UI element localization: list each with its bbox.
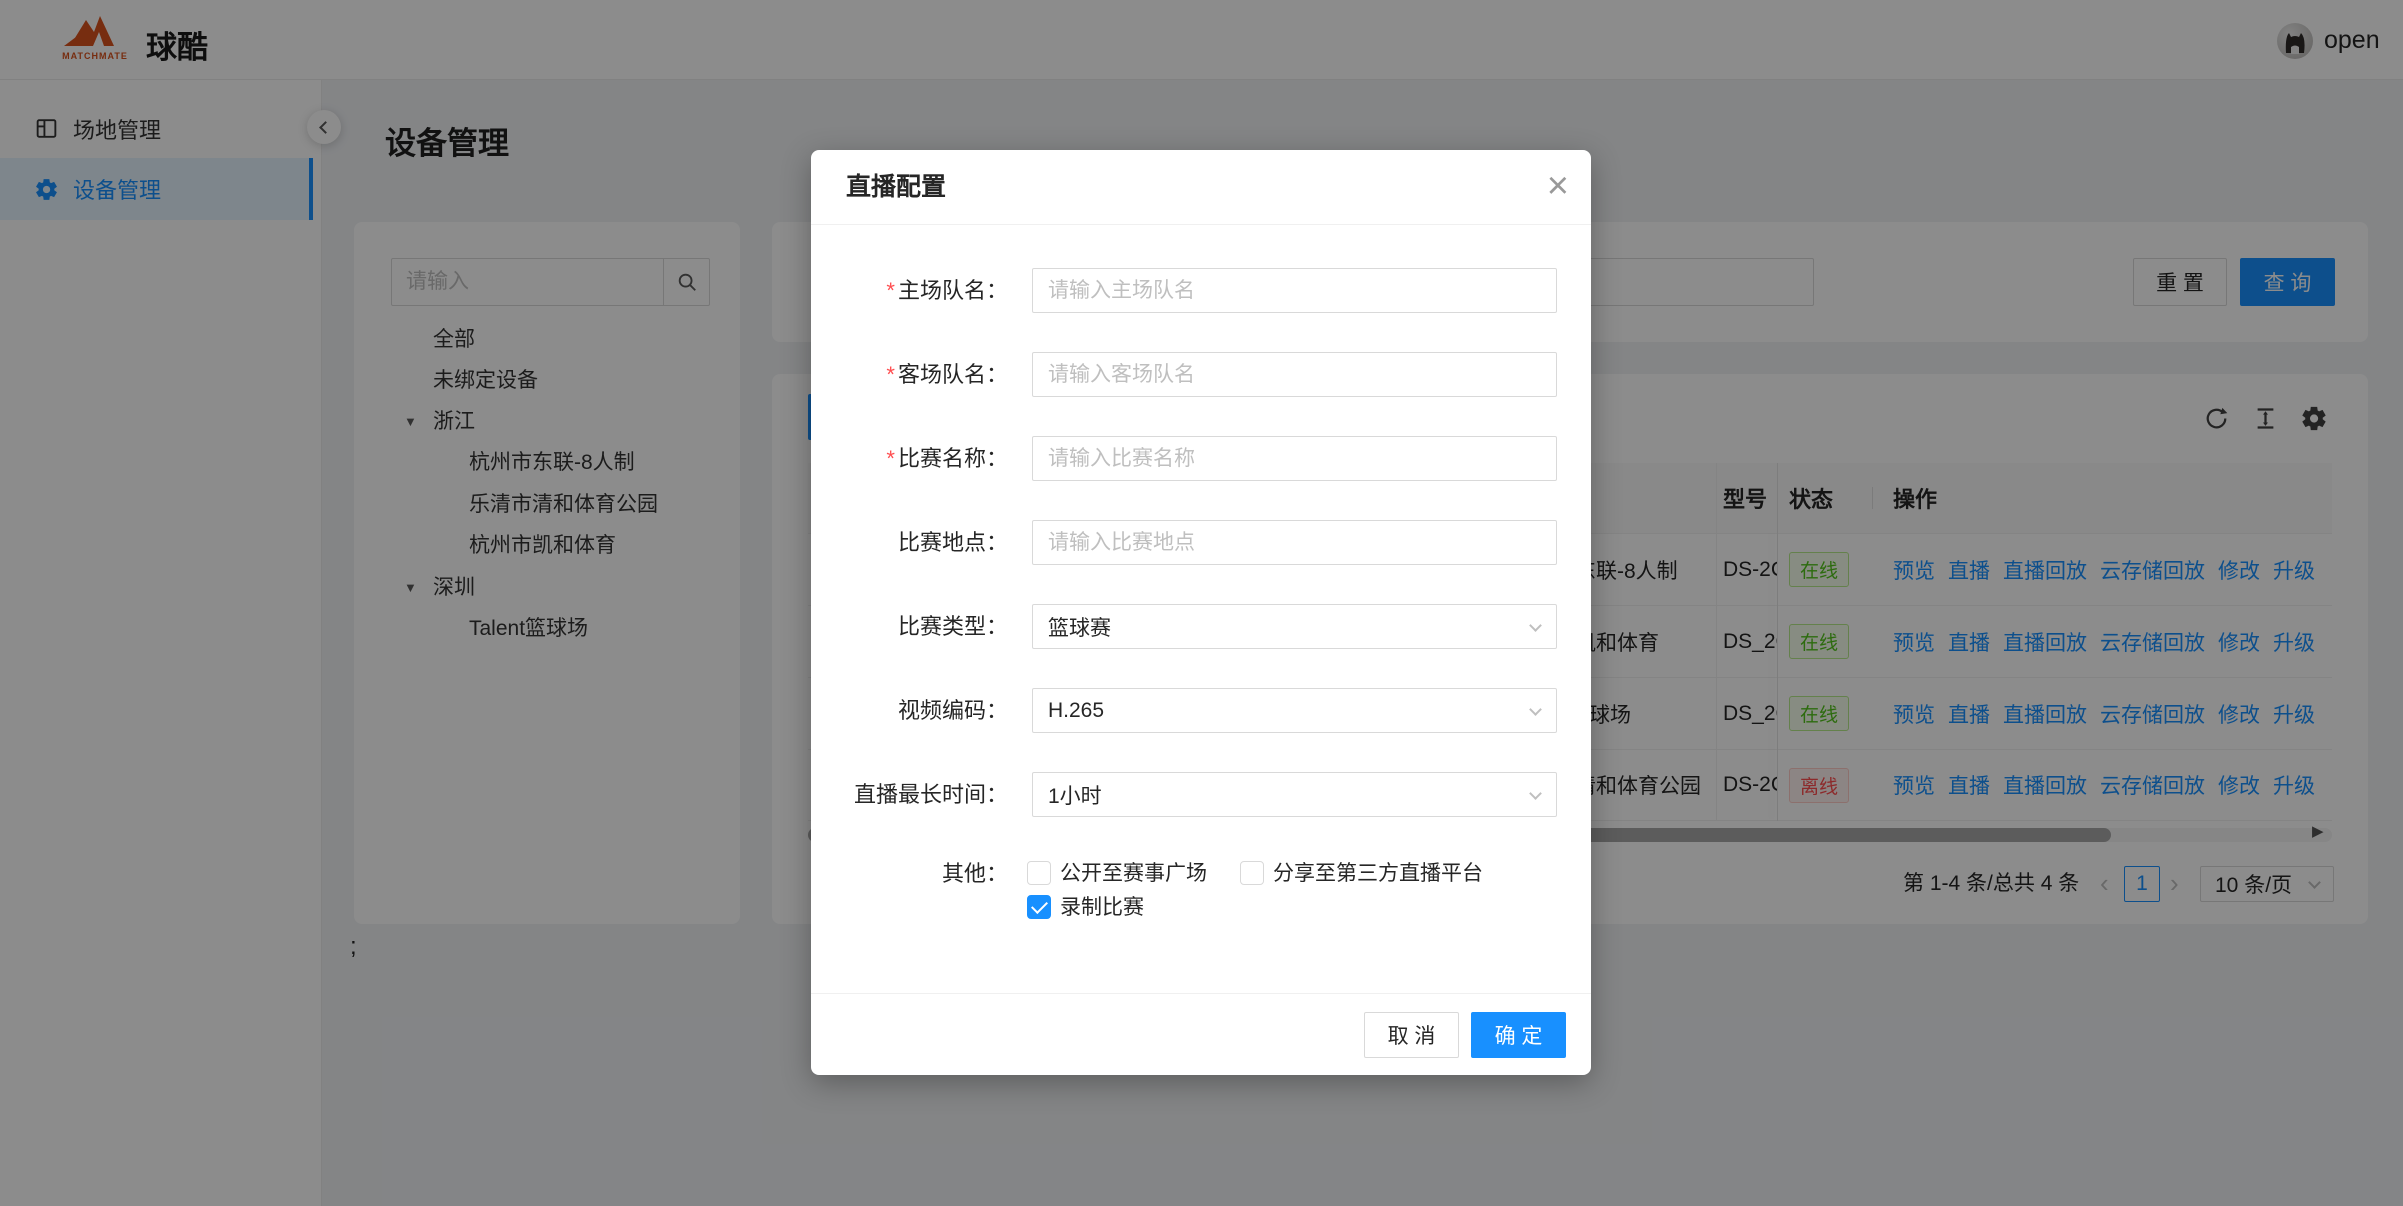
match-type-value: 篮球赛 xyxy=(1048,612,1111,642)
max-duration-select[interactable]: 1小时 xyxy=(1032,772,1557,817)
video-codec-select[interactable]: H.265 xyxy=(1032,688,1557,733)
chevron-down-icon xyxy=(1529,787,1542,800)
field-label-match-location: 比赛地点： xyxy=(811,520,1008,565)
field-label-match-name: *比赛名称： xyxy=(811,436,1008,481)
checkbox-record-match[interactable] xyxy=(1027,895,1051,919)
modal-footer: 取 消 确 定 xyxy=(811,993,1591,1075)
close-icon[interactable]: × xyxy=(1547,162,1569,210)
live-config-modal: 直播配置 × *主场队名： *客场队名： *比赛名称： 比赛地点： 比赛类型： … xyxy=(811,150,1591,1075)
checkbox-public-square[interactable] xyxy=(1027,861,1051,885)
max-duration-value: 1小时 xyxy=(1048,780,1102,810)
checkbox-label-record-match[interactable]: 录制比赛 xyxy=(1060,895,1144,919)
video-codec-value: H.265 xyxy=(1048,699,1104,723)
checkbox-label-public-square[interactable]: 公开至赛事广场 xyxy=(1060,861,1207,885)
home-team-input[interactable] xyxy=(1032,268,1557,313)
confirm-button[interactable]: 确 定 xyxy=(1471,1012,1566,1058)
field-label-video-codec: 视频编码： xyxy=(811,688,1008,733)
cancel-button[interactable]: 取 消 xyxy=(1364,1012,1459,1058)
away-team-input[interactable] xyxy=(1032,352,1557,397)
field-label-max-duration: 直播最长时间： xyxy=(811,772,1008,817)
field-label-away-team: *客场队名： xyxy=(811,352,1008,397)
match-type-select[interactable]: 篮球赛 xyxy=(1032,604,1557,649)
match-location-input[interactable] xyxy=(1032,520,1557,565)
checkbox-third-party[interactable] xyxy=(1240,861,1264,885)
field-label-match-type: 比赛类型： xyxy=(811,604,1008,649)
match-name-input[interactable] xyxy=(1032,436,1557,481)
modal-title: 直播配置 xyxy=(846,150,946,225)
field-label-home-team: *主场队名： xyxy=(811,268,1008,313)
field-label-other: 其他： xyxy=(811,861,1008,887)
modal-header: 直播配置 × xyxy=(811,150,1591,225)
chevron-down-icon xyxy=(1529,703,1542,716)
checkbox-label-third-party[interactable]: 分享至第三方直播平台 xyxy=(1273,861,1483,885)
chevron-down-icon xyxy=(1529,619,1542,632)
